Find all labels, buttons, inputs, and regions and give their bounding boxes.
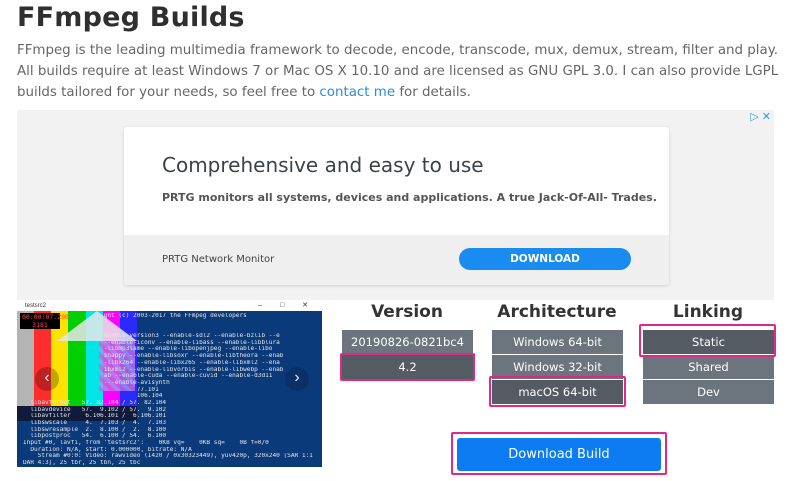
terminal-line: 77.101: [23, 386, 159, 393]
window-titlebar: testsrc2 – □ ✕: [17, 301, 322, 311]
arch-selection-highlight: [489, 376, 626, 407]
terminal-line: libavfilter 6.106.101 / 6.106.101: [23, 413, 167, 420]
download-build-button[interactable]: Download Build: [457, 438, 661, 471]
terminal-line: DAR 4:3], 25 tbr, 25 tbn, 25 tbc: [23, 460, 141, 467]
terminal-line: enable-version3 --enable-sdl2 --enable-b…: [23, 333, 280, 340]
architecture-heading: Architecture: [497, 302, 617, 322]
terminal-line: --enable-iconv --enable-libass --enable-…: [23, 339, 280, 346]
terminal-line: Stream #0:0: Video: rawvideo (I420 / 0x3…: [23, 453, 313, 460]
ad-close-icon[interactable]: ✕: [762, 111, 771, 123]
carousel-next-icon[interactable]: ›: [285, 367, 309, 391]
timestamp-time: 00:00:07.290: [22, 313, 69, 321]
linking-selection-highlight: [639, 324, 776, 357]
terminal-line: libpostproc 54. 6.100 / 54. 6.100: [23, 433, 167, 440]
terminal-line: ab --enable-cuda --enable-cuvid --enable…: [23, 373, 273, 380]
linking-option-shared[interactable]: Shared: [643, 355, 774, 379]
terminal-output: ght (c) 2003-2017 the FFmpeg developers …: [17, 313, 322, 467]
terminal-line: libavformat 57. 82.104 / 57. 82.104: [23, 399, 167, 406]
terminal-line: Input #0, lavfi, from 'testsrc2': 0KB vq…: [23, 440, 269, 447]
page-title: FFmpeg Builds: [17, 2, 245, 33]
ad-footer: PRTG Network Monitor DOWNLOAD: [124, 235, 669, 285]
screenshot-carousel: ght (c) 2003-2017 the FFmpeg developers …: [17, 301, 322, 467]
window-controls: – □ ✕: [258, 302, 316, 309]
ad-body: PRTG monitors all systems, devices and a…: [162, 191, 657, 204]
terminal-line: 106.104: [23, 393, 163, 400]
terminal-line: ---enable-avisynth: [23, 379, 170, 386]
timestamp-frame: 3181: [32, 321, 48, 329]
version-selection-highlight: [340, 353, 475, 381]
terminal-line: -libmp3lame --enable-libopenjpeg --enabl…: [23, 346, 273, 353]
terminal-line: libavdevice 57. 9.102 / 57. 9.102: [23, 406, 167, 413]
ad-download-button[interactable]: DOWNLOAD: [459, 248, 631, 270]
linking-option-dev[interactable]: Dev: [643, 380, 774, 404]
terminal-line: ibxml2 --enable-libvorbis --enable-libwe…: [23, 366, 284, 373]
ad-card[interactable]: Comprehensive and easy to use PRTG monit…: [124, 127, 669, 285]
ad-choices[interactable]: ▷ ✕: [747, 110, 771, 123]
carousel-prev-icon[interactable]: ‹: [35, 367, 59, 391]
advertisement[interactable]: ▷ ✕ Comprehensive and easy to use PRTG mo…: [17, 110, 774, 300]
version-heading: Version: [371, 302, 443, 322]
ad-headline[interactable]: Comprehensive and easy to use: [162, 153, 484, 177]
ad-choices-icon[interactable]: ▷: [750, 111, 758, 123]
linking-heading: Linking: [672, 302, 744, 322]
contact-link[interactable]: contact me: [319, 85, 395, 100]
ad-brand: PRTG Network Monitor: [162, 254, 275, 265]
timestamp-overlay: 00:00:07.290 3181: [20, 313, 69, 329]
terminal-line: Duration: N/A, start: 0.000000, bitrate:…: [23, 446, 192, 453]
arch-option-win64[interactable]: Windows 64-bit: [492, 330, 623, 354]
terminal-line: libswscale 4. 7.103 / 4. 7.103: [23, 420, 167, 426]
terminal-line: libswresample 2. 8.100 / 2. 8.100: [23, 426, 167, 433]
intro-tail: for details.: [395, 85, 471, 100]
intro-paragraph: FFmpeg is the leading multimedia framewo…: [17, 40, 787, 103]
terminal-line: snappy --enable-libsoxr --enable-libtheo…: [23, 353, 284, 360]
window-title: testsrc2: [25, 303, 47, 309]
terminal-line: -libx264 --enable-libx265 --enable-libxm…: [23, 359, 280, 366]
version-option-20190826[interactable]: 20190826-0821bc4: [342, 330, 473, 354]
